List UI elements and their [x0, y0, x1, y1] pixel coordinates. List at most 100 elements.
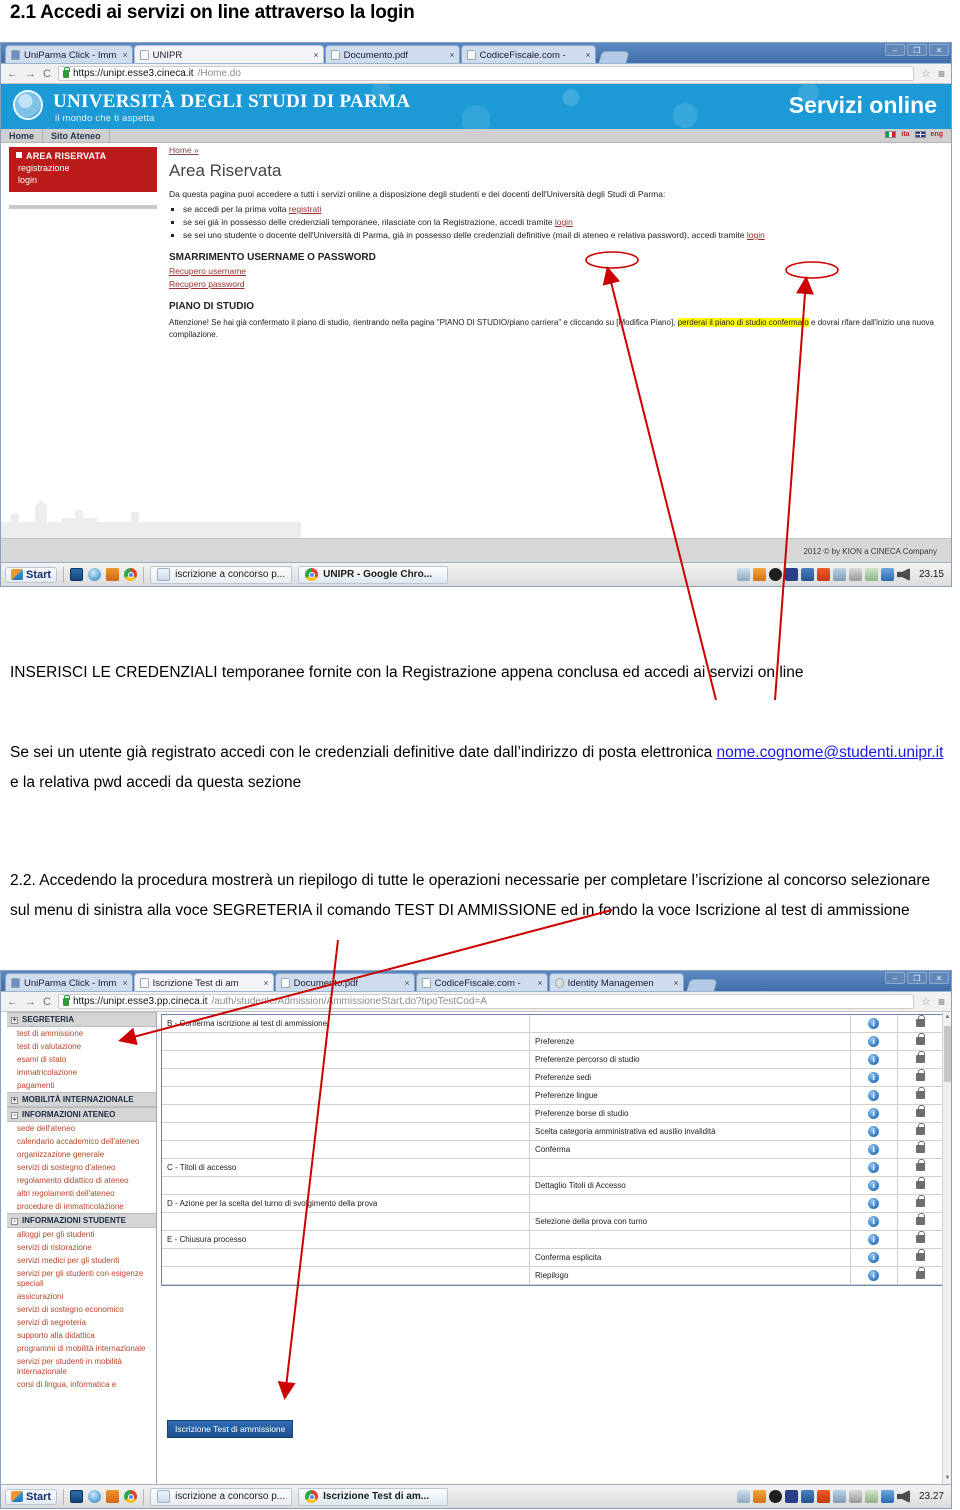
- tray-icon-display[interactable]: [848, 568, 862, 581]
- info-icon[interactable]: i: [868, 1018, 880, 1029]
- close-icon[interactable]: ×: [449, 50, 454, 60]
- scroll-down-icon[interactable]: ▼: [944, 1475, 951, 1482]
- bookmark-star-icon[interactable]: ☆: [921, 995, 931, 1008]
- sidebar-item-test-di-ammissione[interactable]: test di ammissione: [7, 1027, 156, 1040]
- show-desktop-icon[interactable]: [70, 568, 84, 581]
- tab-codicefiscale[interactable]: CodiceFiscale.com - ×: [460, 45, 596, 63]
- maximize-button[interactable]: ❐: [907, 972, 927, 984]
- close-icon[interactable]: ×: [404, 978, 409, 988]
- close-icon[interactable]: ×: [263, 978, 268, 988]
- sidebar-item-pagamenti[interactable]: pagamenti: [7, 1079, 156, 1092]
- sidebar-item-altri-regolamenti[interactable]: altri regolamenti dell'ateneo: [7, 1187, 156, 1200]
- maximize-button[interactable]: ❐: [907, 44, 927, 56]
- sidebar-item-servizi-sostegno-ateneo[interactable]: servizi di sostegno d'ateneo: [7, 1161, 156, 1174]
- tab-uniparma-click[interactable]: UniParma Click - Imm ×: [5, 45, 133, 63]
- sidebar-item-sostegno-economico[interactable]: servizi di sostegno economico: [7, 1303, 156, 1316]
- login-link-definitive[interactable]: login: [747, 230, 765, 240]
- sidebar-item-assicurazioni[interactable]: assicurazioni: [7, 1290, 156, 1303]
- sidebar-item-servizi-medici[interactable]: servizi medici per gli studenti: [7, 1254, 156, 1267]
- tab-identity-management[interactable]: Identity Managemen ×: [548, 973, 684, 991]
- chrome-menu-icon[interactable]: ≡: [938, 67, 945, 81]
- recupero-username-link[interactable]: Recupero username: [169, 266, 947, 276]
- chrome-icon[interactable]: [124, 568, 138, 581]
- info-icon[interactable]: i: [868, 1162, 880, 1173]
- info-icon[interactable]: i: [868, 1180, 880, 1191]
- info-icon[interactable]: i: [868, 1270, 880, 1281]
- sidebar-item-organizzazione-generale[interactable]: organizzazione generale: [7, 1148, 156, 1161]
- tray-icon-monitor[interactable]: [832, 1490, 846, 1503]
- chrome-menu-icon[interactable]: ≡: [938, 995, 945, 1009]
- lang-it-label[interactable]: ita: [901, 131, 909, 138]
- uk-flag-icon[interactable]: [914, 131, 926, 138]
- info-icon[interactable]: i: [868, 1126, 880, 1137]
- new-tab-button[interactable]: [685, 979, 718, 991]
- sidebar-item-login[interactable]: login: [18, 175, 150, 185]
- collapse-square-icon[interactable]: [16, 152, 22, 158]
- reload-icon[interactable]: C: [43, 996, 51, 1008]
- tray-icon-updates[interactable]: [752, 568, 766, 581]
- page-scrollbar[interactable]: ▲ ▼: [942, 1012, 951, 1508]
- close-button[interactable]: ✕: [929, 972, 949, 984]
- start-button[interactable]: Start: [5, 566, 58, 583]
- login-link-temporanee[interactable]: login: [555, 217, 573, 227]
- tray-icon-updates[interactable]: [752, 1490, 766, 1503]
- tray-icon-monitor[interactable]: [832, 568, 846, 581]
- sidebar-item-calendario-accademico[interactable]: calendario accademico dell'ateneo: [7, 1135, 156, 1148]
- info-icon[interactable]: i: [868, 1090, 880, 1101]
- collapse-toggle-icon[interactable]: -: [11, 1218, 18, 1225]
- tray-icon-database[interactable]: [800, 1490, 814, 1503]
- tab-documento-pdf[interactable]: Documento.pdf ×: [324, 45, 460, 63]
- sidebar-item-sede-ateneo[interactable]: sede dell'ateneo: [7, 1122, 156, 1135]
- internet-explorer-icon[interactable]: [88, 1490, 102, 1503]
- volume-icon[interactable]: [896, 568, 910, 581]
- bookmark-star-icon[interactable]: ☆: [921, 67, 931, 80]
- minimize-button[interactable]: –: [885, 972, 905, 984]
- sidebar-item-immatricolazione[interactable]: immatricolazione: [7, 1066, 156, 1079]
- sidebar-item-registrazione[interactable]: registrazione: [18, 163, 150, 173]
- tray-icon-notes[interactable]: [864, 568, 878, 581]
- tray-icon-database[interactable]: [800, 568, 814, 581]
- forward-icon[interactable]: →: [25, 996, 36, 1008]
- tray-icon-notes[interactable]: [864, 1490, 878, 1503]
- sidebar-item-corsi-lingua[interactable]: corsi di lingua, informatica e: [7, 1378, 156, 1391]
- sidebar-item-test-di-valutazione[interactable]: test di valutazione: [7, 1040, 156, 1053]
- sidebar-group-informazioni-studente[interactable]: - INFORMAZIONI STUDENTE: [7, 1213, 156, 1228]
- tray-icon-in[interactable]: [784, 1490, 798, 1503]
- tab-unipr[interactable]: UNIPR ×: [133, 45, 324, 63]
- close-icon[interactable]: ×: [122, 50, 127, 60]
- info-icon[interactable]: i: [868, 1144, 880, 1155]
- minimize-button[interactable]: –: [885, 44, 905, 56]
- address-input-1[interactable]: https://unipr.esse3.cineca.it/Home.do: [57, 66, 915, 81]
- sidebar-group-informazioni-ateneo[interactable]: - INFORMAZIONI ATENEO: [7, 1107, 156, 1122]
- tab-documento-pdf-2[interactable]: Documento.pdf ×: [274, 973, 415, 991]
- chrome-icon[interactable]: [124, 1490, 138, 1503]
- info-icon[interactable]: i: [868, 1036, 880, 1047]
- internet-explorer-icon[interactable]: [88, 568, 102, 581]
- sidebar-item-esigenze-speciali[interactable]: servizi per gli studenti con esigenze sp…: [7, 1267, 156, 1290]
- close-icon[interactable]: ×: [537, 978, 542, 988]
- info-icon[interactable]: i: [868, 1234, 880, 1245]
- tray-icon-printer[interactable]: [880, 1490, 894, 1503]
- tab-uniparma-click-2[interactable]: UniParma Click - Imm ×: [5, 973, 133, 991]
- tray-icon-network[interactable]: [736, 568, 750, 581]
- expand-toggle-icon[interactable]: +: [11, 1097, 18, 1104]
- info-icon[interactable]: i: [868, 1072, 880, 1083]
- lang-en-label[interactable]: eng: [931, 131, 943, 138]
- sidebar-item-supporto-didattica[interactable]: supporto alla didattica: [7, 1329, 156, 1342]
- start-button[interactable]: Start: [5, 1488, 58, 1505]
- collapse-toggle-icon[interactable]: -: [11, 1112, 18, 1119]
- sidebar-item-programmi-mobilita[interactable]: programmi di mobilità internazionale: [7, 1342, 156, 1355]
- sidebar-item-studenti-mobilita[interactable]: servizi per studenti in mobilità interna…: [7, 1355, 156, 1378]
- tray-icon-sound-app[interactable]: [768, 1490, 782, 1503]
- forward-icon[interactable]: →: [25, 68, 36, 80]
- address-input-2[interactable]: https://unipr.esse3.pp.cineca.it/auth/st…: [57, 994, 915, 1009]
- media-player-icon[interactable]: [106, 568, 120, 581]
- iscrizione-test-button[interactable]: Iscrizione Test di ammissione: [167, 1420, 294, 1438]
- back-icon[interactable]: ←: [7, 68, 18, 80]
- tray-icon-antivirus[interactable]: [816, 568, 830, 581]
- sidebar-item-procedure-immatricolazione[interactable]: procedure di immatricolazione: [7, 1200, 156, 1213]
- scrollbar-thumb[interactable]: [944, 1026, 951, 1082]
- tray-icon-display[interactable]: [848, 1490, 862, 1503]
- tray-icon-sound-app[interactable]: [768, 568, 782, 581]
- scroll-up-icon[interactable]: ▲: [944, 1014, 951, 1021]
